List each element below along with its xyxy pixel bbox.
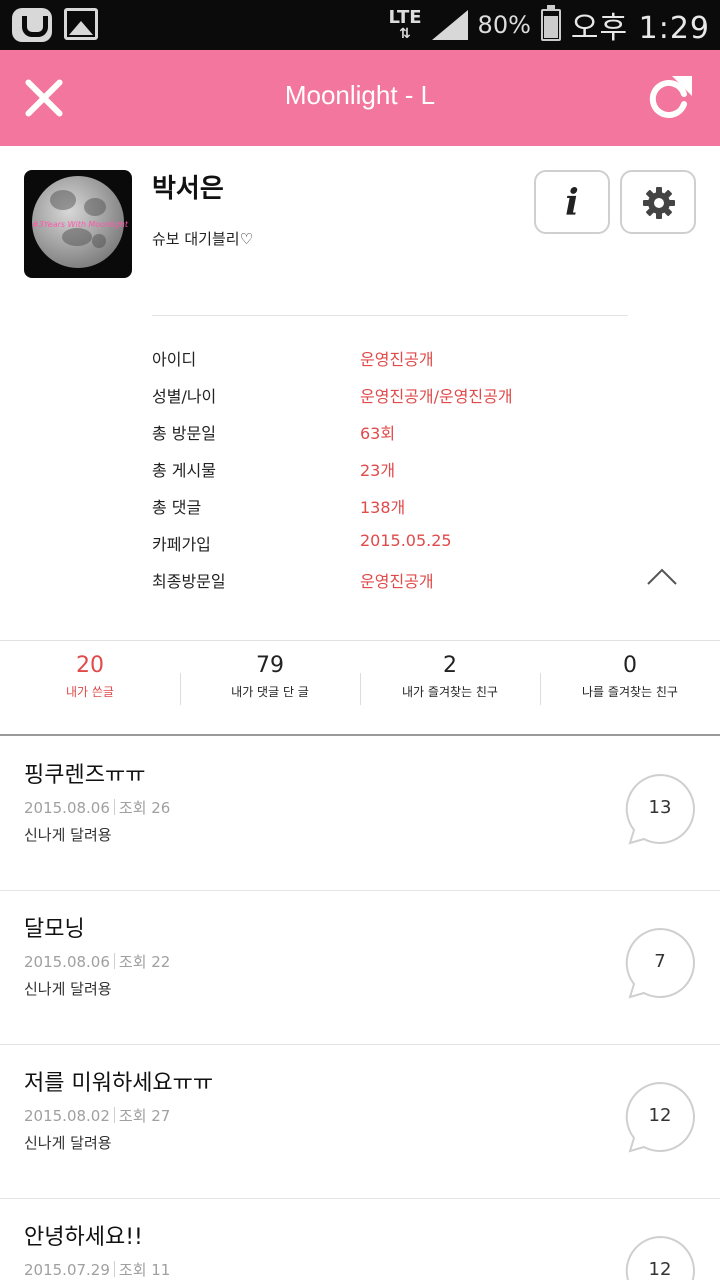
info-value: 23개 [360,461,396,480]
app-header: Moonlight - L [0,50,720,146]
post-title: 핑쿠렌즈ㅠㅠ [24,763,146,788]
info-value: 63회 [360,424,396,443]
comment-count: 7 [654,951,666,972]
post-title: 저를 미워하세요ㅠㅠ [24,1071,214,1096]
post-views: 조회 26 [118,799,171,817]
post-title: 달모닝 [24,917,85,942]
stat-count: 20 [76,653,104,678]
stat-friends-favoriting-me[interactable]: 0 나를 즐겨찾는 친구 [540,641,720,735]
stat-count: 2 [443,653,457,678]
comment-count-bubble[interactable]: 13 [624,773,696,845]
refresh-icon[interactable] [646,74,694,122]
info-row-id: 아이디 운영진공개 [152,346,632,376]
stat-label: 내가 쓴글 [66,685,114,699]
post-item[interactable]: 저를 미워하세요ㅠㅠ 2015.08.02 조회 27 신나게 달려용 12 [0,1045,720,1199]
post-meta: 2015.08.06 조회 26 [24,797,170,818]
post-views: 조회 11 [118,1261,171,1279]
info-icon: i [565,182,579,224]
profile-divider [152,315,628,316]
info-row-posts: 총 게시물 23개 [152,457,632,487]
post-date: 2015.07.29 [24,1261,110,1279]
profile-name: 박서은 [152,174,224,204]
post-board: 신나게 달려용 [24,1134,112,1152]
comment-count: 13 [648,797,672,818]
status-bar: LTE ⇅ 80% 오후 1:29 [0,0,720,50]
post-date: 2015.08.06 [24,799,110,817]
profile-section: #3Years With Moonlight 박서은 슈보 대기블리♡ i 아이… [0,146,720,640]
post-board: 신나게 달려용 [24,980,112,998]
comment-count-bubble[interactable]: 12 [624,1081,696,1153]
info-value: 2015.05.25 [360,531,452,550]
info-value: 운영진공개 [360,350,434,369]
stat-label: 나를 즐겨찾는 친구 [582,685,678,699]
chevron-up-icon[interactable] [646,566,678,586]
info-row-comments: 총 댓글 138개 [152,494,632,524]
carrier-u-icon [12,8,52,42]
info-label: 최종방문일 [152,572,226,591]
comment-count-bubble[interactable]: 7 [624,927,696,999]
avatar[interactable]: #3Years With Moonlight [24,170,132,278]
info-row-visits: 총 방문일 63회 [152,420,632,450]
info-label: 총 방문일 [152,424,216,443]
stat-label: 내가 즐겨찾는 친구 [402,685,498,699]
activity-stats: 20 내가 쓴글 79 내가 댓글 단 글 2 내가 즐겨찾는 친구 0 나를 … [0,640,720,736]
stat-my-commented-posts[interactable]: 79 내가 댓글 단 글 [180,641,360,735]
info-value: 운영진공개 [360,572,434,591]
gear-icon [643,187,675,219]
stat-my-posts[interactable]: 20 내가 쓴글 [0,641,180,735]
signal-icon [431,10,468,40]
info-label: 총 댓글 [152,498,202,517]
stat-my-favorite-friends[interactable]: 2 내가 즐겨찾는 친구 [360,641,540,735]
post-views: 조회 27 [118,1107,171,1125]
post-item[interactable]: 안녕하세요!! 2015.07.29 조회 11 12 [0,1199,720,1280]
stat-count: 79 [256,653,284,678]
comment-count: 12 [648,1105,672,1126]
avatar-caption: #3Years With Moonlight [32,220,128,229]
battery-icon [540,5,561,41]
post-meta: 2015.08.06 조회 22 [24,951,170,972]
post-meta: 2015.08.02 조회 27 [24,1105,170,1126]
battery-percent: 80% [477,11,531,39]
post-item[interactable]: 달모닝 2015.08.06 조회 22 신나게 달려용 7 [0,891,720,1045]
settings-button[interactable] [620,170,696,234]
stat-count: 0 [623,653,637,678]
post-item[interactable]: 핑쿠렌즈ㅠㅠ 2015.08.06 조회 26 신나게 달려용 13 [0,737,720,891]
info-value: 운영진공개/운영진공개 [360,387,513,406]
clock: 오후 1:29 [570,11,710,46]
comment-count: 12 [648,1259,672,1280]
info-button[interactable]: i [534,170,610,234]
info-label: 성별/나이 [152,387,217,406]
info-row-last-visit: 최종방문일 운영진공개 [152,568,632,598]
post-date: 2015.08.02 [24,1107,110,1125]
post-views: 조회 22 [118,953,171,971]
gallery-notification-icon [64,8,98,40]
header-title: Moonlight - L [284,80,436,110]
info-value: 138개 [360,498,406,517]
info-row-gender-age: 성별/나이 운영진공개/운영진공개 [152,383,632,413]
post-meta: 2015.07.29 조회 11 [24,1259,170,1280]
info-label: 카페가입 [152,535,211,554]
post-board: 신나게 달려용 [24,826,112,844]
info-label: 총 게시물 [152,461,216,480]
info-row-joined: 카페가입 2015.05.25 [152,531,632,561]
info-label: 아이디 [152,350,197,369]
stat-label: 내가 댓글 단 글 [231,685,309,699]
lte-indicator: LTE ⇅ [388,7,422,42]
profile-status-message: 슈보 대기블리♡ [152,230,254,248]
post-title: 안녕하세요!! [24,1225,143,1250]
post-date: 2015.08.06 [24,953,110,971]
comment-count-bubble[interactable]: 12 [624,1235,696,1280]
